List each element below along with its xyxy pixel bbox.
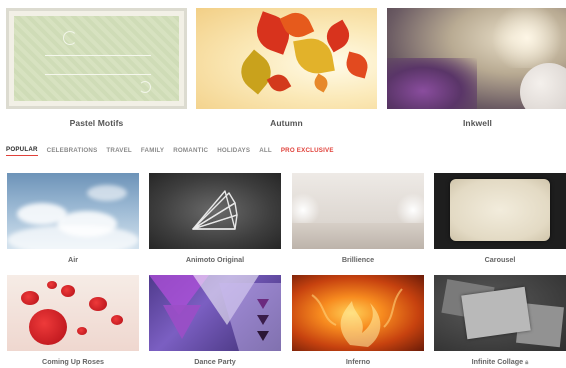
- lock-icon: 🔒︎: [525, 360, 529, 366]
- theme-label: Dance Party: [194, 357, 236, 366]
- theme-label: Coming Up Roses: [42, 357, 104, 366]
- rose-petal: [89, 297, 107, 311]
- dance-party-shapes: [149, 275, 281, 351]
- coming-up-roses-thumbnail[interactable]: [7, 275, 139, 351]
- inkwell-thumbnail[interactable]: [387, 8, 566, 109]
- theme-dance-party[interactable]: Dance Party: [149, 275, 281, 366]
- theme-infinite-collage[interactable]: Infinite Collage 🔒︎: [434, 275, 566, 367]
- theme-label: Inferno: [345, 357, 371, 366]
- pastel-banner: [45, 55, 151, 75]
- cloud: [7, 225, 139, 249]
- flame-shapes: [311, 288, 403, 347]
- carousel-thumbnail[interactable]: [434, 173, 566, 249]
- tab-family[interactable]: FAMILY: [141, 147, 164, 156]
- featured-theme-label: Inkwell: [462, 118, 493, 128]
- animoto-original-thumbnail[interactable]: [149, 173, 281, 249]
- swirl-ornament: [139, 81, 151, 93]
- inferno-thumbnail[interactable]: [292, 275, 424, 351]
- rose-petal: [29, 309, 67, 345]
- swirl-ornament: [63, 31, 77, 45]
- light-flare: [292, 193, 320, 227]
- featured-theme-pastel-motifs[interactable]: Pastel Motifs: [6, 8, 187, 134]
- featured-theme-label: Pastel Motifs: [69, 118, 124, 128]
- cloud: [87, 185, 127, 201]
- theme-air[interactable]: Air: [7, 173, 139, 264]
- theme-label: Carousel: [484, 255, 516, 264]
- rose-petal: [47, 281, 57, 289]
- tab-holidays[interactable]: HOLIDAYS: [217, 147, 250, 156]
- animoto-logo-icon: [192, 190, 238, 230]
- dance-party-thumbnail[interactable]: [149, 275, 281, 351]
- rose-petal: [21, 291, 39, 305]
- featured-themes: Pastel Motifs Autumn Inkwell: [6, 8, 566, 134]
- tab-travel[interactable]: TRAVEL: [106, 147, 132, 156]
- tab-all[interactable]: ALL: [259, 147, 272, 156]
- pastel-motifs-thumbnail[interactable]: [6, 8, 187, 109]
- theme-brillience[interactable]: Brillience: [292, 173, 424, 264]
- tab-romantic[interactable]: ROMANTIC: [173, 147, 208, 156]
- featured-theme-label: Autumn: [270, 118, 303, 128]
- maple-leaf: [311, 73, 331, 93]
- carousel-card: [450, 179, 550, 241]
- brillience-thumbnail[interactable]: [292, 173, 424, 249]
- theme-carousel[interactable]: Carousel: [434, 173, 566, 264]
- collage-photo: [461, 286, 531, 340]
- ink-bubble: [520, 63, 566, 109]
- theme-label: Animoto Original: [185, 255, 245, 264]
- ink-cloud: [387, 58, 477, 109]
- tab-popular[interactable]: POPULAR: [6, 146, 38, 156]
- theme-label: Brillience: [341, 255, 375, 264]
- tab-celebrations[interactable]: CELEBRATIONS: [47, 147, 98, 156]
- theme-coming-up-roses[interactable]: Coming Up Roses: [7, 275, 139, 366]
- theme-animoto-original[interactable]: Animoto Original: [149, 173, 281, 264]
- stage-floor: [292, 223, 424, 249]
- autumn-thumbnail[interactable]: [196, 8, 377, 109]
- featured-theme-inkwell[interactable]: Inkwell: [387, 8, 566, 134]
- rose-petal: [77, 327, 87, 335]
- theme-inferno[interactable]: Inferno: [292, 275, 424, 366]
- infinite-collage-thumbnail[interactable]: [434, 275, 566, 351]
- light-glow: [487, 8, 566, 68]
- category-tabs: POPULAR CELEBRATIONS TRAVEL FAMILY ROMAN…: [6, 144, 343, 158]
- tab-pro-exclusive[interactable]: PRO EXCLUSIVE: [281, 147, 334, 156]
- theme-label-text: Infinite Collage: [471, 357, 524, 366]
- light-flare: [396, 193, 424, 227]
- air-thumbnail[interactable]: [7, 173, 139, 249]
- theme-label: Air: [68, 255, 78, 264]
- theme-label: Infinite Collage 🔒︎: [434, 357, 566, 367]
- maple-leaf: [343, 51, 371, 79]
- featured-theme-autumn[interactable]: Autumn: [196, 8, 377, 134]
- rose-petal: [111, 315, 123, 325]
- rose-petal: [61, 285, 75, 297]
